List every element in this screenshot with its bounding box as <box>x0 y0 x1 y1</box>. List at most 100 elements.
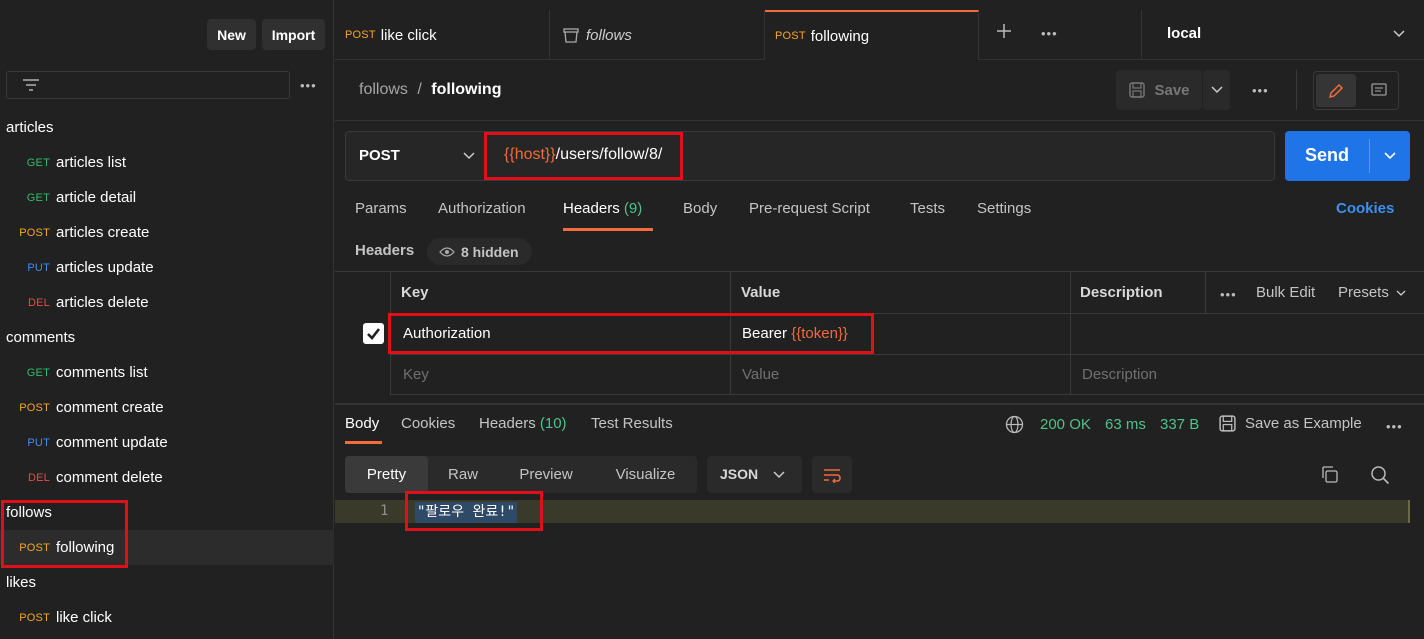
request-following[interactable]: POST following <box>0 530 334 565</box>
response-tab-headers[interactable]: Headers (10) <box>479 415 567 432</box>
divider <box>335 120 1424 121</box>
import-button[interactable]: Import <box>262 19 325 50</box>
cookies-link[interactable]: Cookies <box>1336 200 1394 217</box>
save-icon <box>1219 415 1236 432</box>
breadcrumb-parent[interactable]: follows <box>359 81 408 98</box>
response-body-text[interactable]: "팔로우 완료!" <box>415 502 518 523</box>
response-tab-cookies[interactable]: Cookies <box>401 415 455 432</box>
request-articles-delete[interactable]: DEL articles delete <box>0 285 334 320</box>
view-pretty-button[interactable]: Pretty <box>345 456 428 493</box>
save-as-example-button[interactable]: Save as Example <box>1218 414 1362 433</box>
tab-like-click[interactable]: POST like click <box>335 10 550 60</box>
divider <box>1205 271 1206 314</box>
chevron-down-icon <box>1210 86 1223 94</box>
bulk-edit-button[interactable]: Bulk Edit <box>1256 284 1315 301</box>
request-articles-update[interactable]: PUT articles update <box>0 250 334 285</box>
table-more-icon[interactable]: ••• <box>1220 287 1237 302</box>
divider <box>1369 139 1370 173</box>
request-comment-update[interactable]: PUT comment update <box>0 425 334 460</box>
search-icon[interactable] <box>1370 465 1390 485</box>
divider <box>390 313 1424 314</box>
request-comment-delete[interactable]: DEL comment delete <box>0 460 334 495</box>
divider <box>730 271 731 395</box>
view-raw-button[interactable]: Raw <box>428 456 498 493</box>
column-description: Description <box>1080 284 1163 301</box>
tab-prerequest-script[interactable]: Pre-request Script <box>749 200 870 217</box>
copy-icon[interactable] <box>1320 465 1339 484</box>
response-more-icon[interactable]: ••• <box>1386 419 1403 434</box>
divider <box>335 271 1424 272</box>
folder-icon <box>563 28 579 43</box>
header-key-cell[interactable]: Authorization <box>403 325 491 342</box>
request-like-click[interactable]: POST like click <box>0 600 334 635</box>
response-tab-body[interactable]: Body <box>345 415 379 432</box>
filter-input[interactable] <box>6 71 290 99</box>
view-preview-button[interactable]: Preview <box>498 456 594 493</box>
tab-following[interactable]: POST following <box>765 10 979 60</box>
request-more-icon[interactable]: ••• <box>1252 83 1269 98</box>
url-input[interactable]: {{host}}/users/follow/8/ <box>504 146 662 164</box>
folder-articles[interactable]: articles <box>0 110 334 145</box>
tab-body[interactable]: Body <box>683 200 717 217</box>
divider <box>390 271 391 395</box>
tab-headers[interactable]: Headers (9) <box>563 200 642 217</box>
view-visualize-button[interactable]: Visualize <box>594 456 697 493</box>
line-number: 1 <box>380 503 389 519</box>
wrap-icon <box>824 468 841 483</box>
send-button[interactable]: Send <box>1285 131 1410 181</box>
chevron-down-icon <box>463 152 475 160</box>
hidden-headers-toggle[interactable]: 8 hidden <box>427 238 532 265</box>
comment-mode-button[interactable] <box>1360 74 1398 107</box>
tab-follows[interactable]: follows <box>550 10 765 60</box>
tab-params[interactable]: Params <box>355 200 407 217</box>
sidebar-more-icon[interactable]: ••• <box>300 78 317 93</box>
wrap-lines-button[interactable] <box>812 456 852 493</box>
format-select[interactable]: JSON <box>707 456 802 493</box>
check-icon <box>367 328 381 340</box>
status-code[interactable]: 200 OK <box>1040 416 1091 433</box>
response-tab-test-results[interactable]: Test Results <box>591 415 673 432</box>
globe-icon[interactable] <box>1005 415 1024 434</box>
tabs-more-icon[interactable]: ••• <box>1041 26 1058 41</box>
response-time[interactable]: 63 ms <box>1105 416 1146 433</box>
header-value-cell[interactable]: Bearer {{token}} <box>742 325 848 342</box>
new-header-description-input[interactable]: Description <box>1082 366 1157 383</box>
chevron-down-icon <box>773 471 785 479</box>
folder-comments[interactable]: comments <box>0 320 334 355</box>
request-articles-create[interactable]: POST articles create <box>0 215 334 250</box>
new-header-key-input[interactable]: Key <box>403 366 429 383</box>
request-comments-list[interactable]: GET comments list <box>0 355 334 390</box>
folder-follows[interactable]: follows <box>0 495 334 530</box>
folder-likes[interactable]: likes <box>0 565 334 600</box>
pencil-icon <box>1328 83 1344 98</box>
column-key: Key <box>401 284 429 301</box>
divider <box>390 394 1424 395</box>
environment-select[interactable]: local <box>1141 10 1424 60</box>
method-select[interactable]: POST <box>346 132 486 180</box>
active-tab-indicator <box>563 228 653 231</box>
request-article-detail[interactable]: GET article detail <box>0 180 334 215</box>
edit-mode-button[interactable] <box>1316 74 1356 107</box>
breadcrumb-current: following <box>431 81 502 98</box>
save-dropdown-button[interactable] <box>1203 70 1230 110</box>
url-bar: POST {{host}}/users/follow/8/ <box>345 131 1275 181</box>
chevron-down-icon <box>1396 290 1406 296</box>
new-header-value-input[interactable]: Value <box>742 366 779 383</box>
request-comment-create[interactable]: POST comment create <box>0 390 334 425</box>
divider <box>390 354 1424 355</box>
header-enabled-checkbox[interactable] <box>363 323 384 344</box>
presets-dropdown[interactable]: Presets <box>1338 284 1406 301</box>
save-button[interactable]: Save <box>1116 70 1202 110</box>
response-size[interactable]: 337 B <box>1160 416 1199 433</box>
divider <box>1296 70 1297 110</box>
tab-authorization[interactable]: Authorization <box>438 200 526 217</box>
new-button[interactable]: New <box>207 19 256 50</box>
request-articles-list[interactable]: GET articles list <box>0 145 334 180</box>
pane-resize-handle[interactable] <box>335 403 1424 405</box>
save-icon <box>1129 82 1146 98</box>
comment-icon <box>1371 82 1387 96</box>
add-tab-icon[interactable] <box>995 22 1013 40</box>
divider <box>1070 271 1071 395</box>
tab-settings[interactable]: Settings <box>977 200 1031 217</box>
tab-tests[interactable]: Tests <box>910 200 945 217</box>
